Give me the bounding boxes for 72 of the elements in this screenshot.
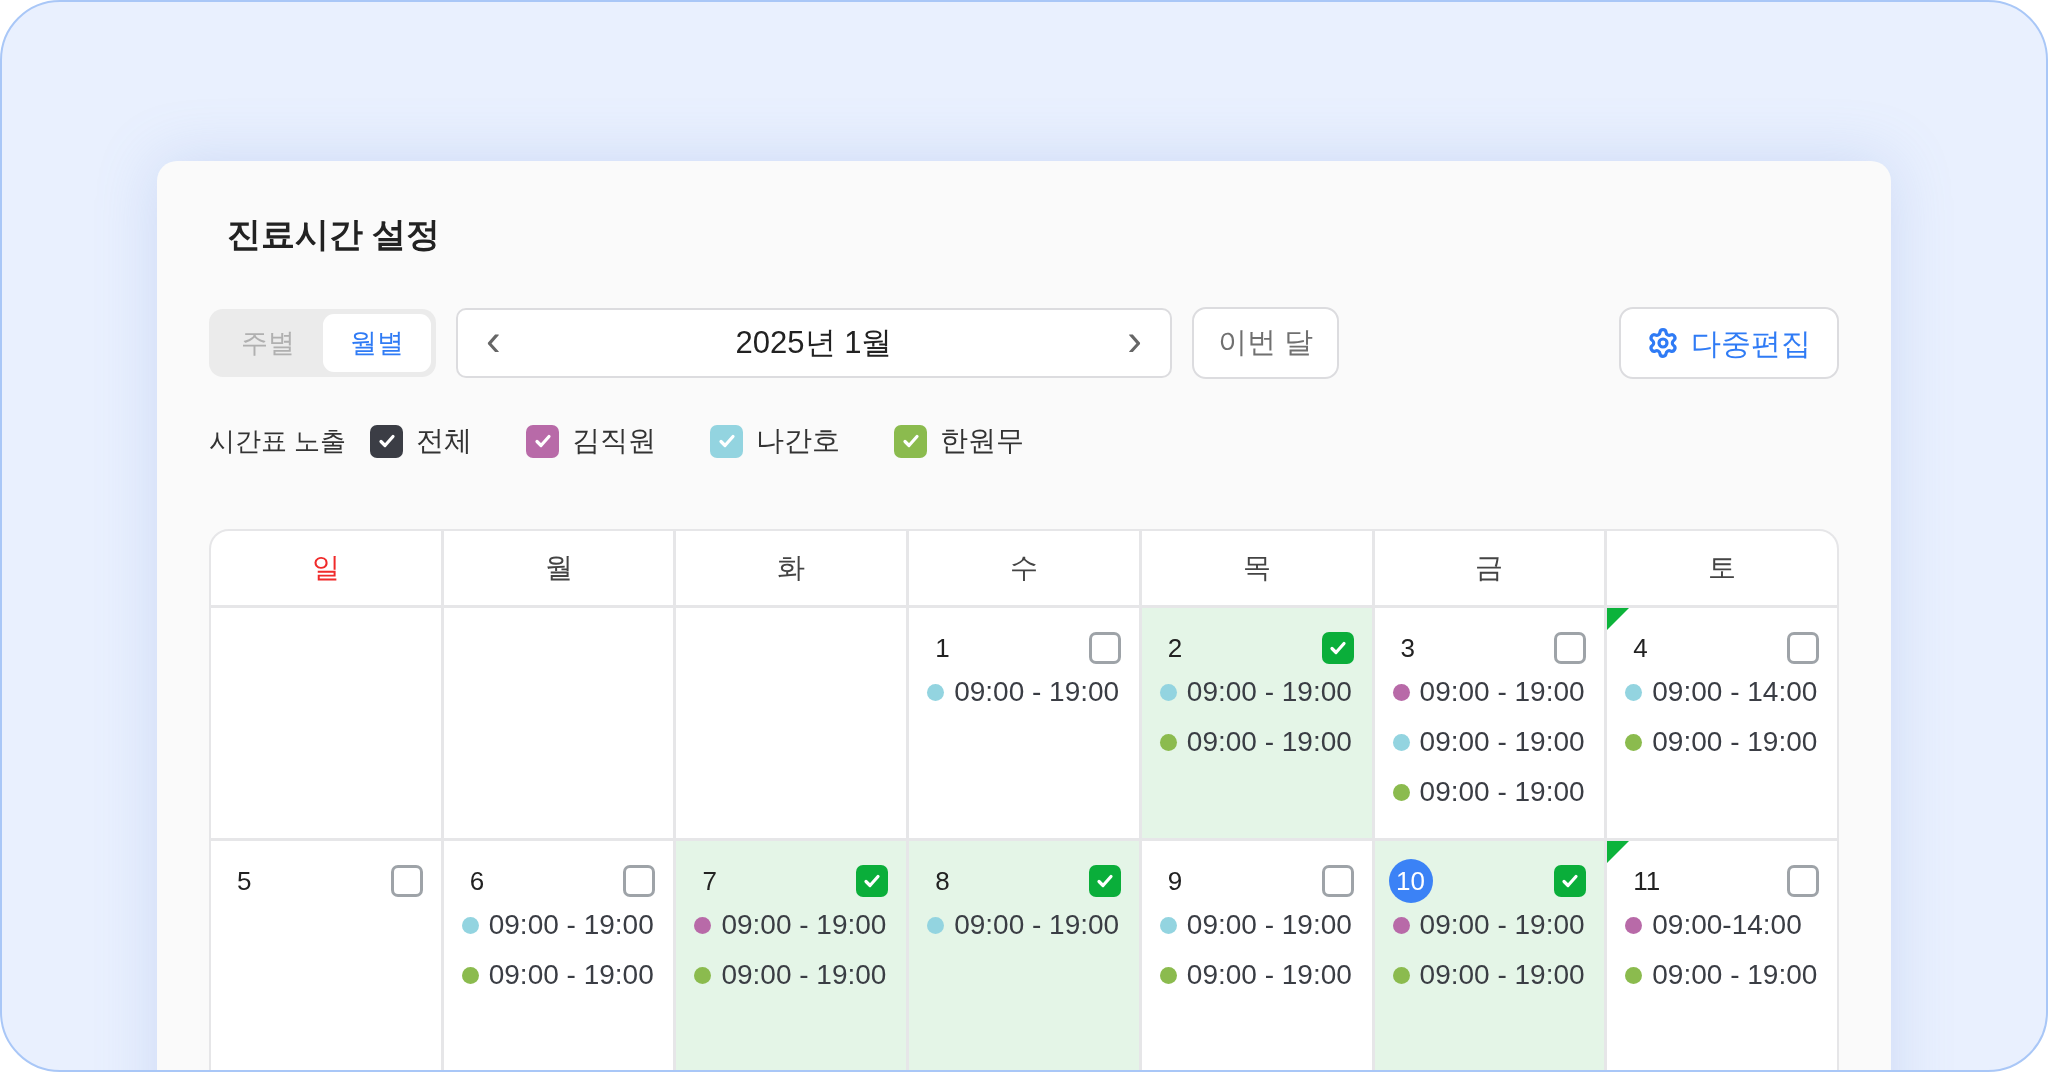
weekday-header: 금 [1374, 531, 1605, 605]
time-range: 09:00-14:00 [1652, 911, 1802, 939]
time-range: 09:00 - 19:00 [1186, 911, 1352, 939]
day-cell[interactable]: 6 09:00 - 19:00 09:00 - 19:00 [443, 841, 674, 1070]
day-cell[interactable]: 8 09:00 - 19:00 [909, 841, 1139, 1070]
date-number: 2 [1166, 631, 1183, 665]
checkbox[interactable] [1554, 632, 1587, 664]
page-title: 진료시간 설정 [226, 214, 442, 251]
day-cell[interactable]: 4 09:00 - 14:00 09:00 - 19:00 [1607, 608, 1837, 838]
day-cell[interactable]: 11 09:00-14:00 09:00 - 19:00 [1607, 841, 1837, 1070]
month-label: 2025년 1월 [735, 323, 893, 362]
time-range: 09:00 - 19:00 [1186, 678, 1352, 706]
view-tab[interactable]: 월별 [322, 314, 431, 372]
this-month-button[interactable]: 이번 달 [1192, 307, 1339, 379]
today-date: 10 [1388, 859, 1433, 903]
time-range: 09:00 - 19:00 [1419, 961, 1585, 989]
weekday-header: 토 [1607, 531, 1837, 605]
time-range: 09:00 - 19:00 [1652, 961, 1818, 989]
date-number: 6 [468, 864, 485, 898]
checkbox[interactable] [390, 865, 423, 897]
legend-label: 시간표 노출 [209, 424, 347, 458]
day-cell[interactable]: 7 09:00 - 19:00 09:00 - 19:00 [676, 841, 907, 1070]
weekday-header: 목 [1141, 531, 1372, 605]
checkbox[interactable] [1321, 632, 1354, 664]
time-range: 09:00 - 19:00 [954, 911, 1120, 939]
checkbox[interactable] [1554, 865, 1587, 897]
staff-filter-checkbox[interactable]: 김직원 [526, 420, 657, 462]
checkbox[interactable] [856, 865, 889, 897]
checkbox[interactable] [1787, 632, 1819, 664]
time-range: 09:00 - 19:00 [721, 961, 887, 989]
time-range: 09:00 - 14:00 [1652, 678, 1818, 706]
date-number: 4 [1632, 631, 1648, 665]
time-range: 09:00 - 19:00 [954, 678, 1120, 706]
day-cell[interactable]: 5 [211, 841, 441, 1070]
time-range: 09:00 - 19:00 [1652, 728, 1818, 756]
checkbox[interactable] [1088, 632, 1121, 664]
time-range: 09:00 - 19:00 [1186, 961, 1352, 989]
staff-filter-checkbox[interactable]: 한원무 [894, 420, 1025, 462]
time-range: 09:00 - 19:00 [1419, 778, 1585, 806]
staff-filter-checkbox[interactable]: 전체 [370, 420, 473, 462]
checkbox[interactable] [1088, 865, 1121, 897]
time-range: 09:00 - 19:00 [721, 911, 887, 939]
staff-filter-checkbox[interactable]: 나간호 [710, 420, 841, 462]
checkbox[interactable] [623, 865, 656, 897]
previous-month-button[interactable]: ‹ [486, 318, 501, 368]
date-number: 11 [1632, 864, 1661, 898]
date-number: 1 [934, 631, 950, 665]
time-range: 09:00 - 19:00 [1419, 728, 1585, 756]
checkbox[interactable] [1787, 865, 1819, 897]
date-number: 8 [934, 864, 950, 898]
time-range: 09:00 - 19:00 [488, 961, 654, 989]
time-range: 09:00 - 19:00 [488, 911, 654, 939]
day-cell[interactable]: 3 09:00 - 19:00 09:00 - 19:00 09:00 - 19:00 [1374, 608, 1605, 838]
weekday-header: 월 [443, 531, 674, 605]
date-number: 9 [1166, 864, 1183, 898]
weekday-header: 일 [211, 531, 441, 605]
weekday-header: 수 [909, 531, 1139, 605]
date-number: 5 [236, 864, 252, 898]
date-number: 7 [701, 864, 717, 898]
multi-edit-button[interactable]: 다중편집 [1619, 307, 1839, 379]
checkbox[interactable] [1321, 865, 1354, 897]
day-cell[interactable]: 10 09:00 - 19:00 09:00 - 19:00 [1374, 841, 1605, 1070]
time-range: 09:00 - 19:00 [1419, 678, 1585, 706]
time-range: 09:00 - 19:00 [1419, 911, 1585, 939]
next-month-button[interactable]: › [1127, 318, 1142, 368]
day-cell[interactable]: 2 09:00 - 19:00 09:00 - 19:00 [1141, 608, 1372, 838]
time-range: 09:00 - 19:00 [1186, 728, 1352, 756]
day-cell[interactable]: 1 09:00 - 19:00 [909, 608, 1139, 838]
date-number: 3 [1399, 631, 1416, 665]
settings-icon [1647, 327, 1679, 359]
day-cell[interactable]: 9 09:00 - 19:00 09:00 - 19:00 [1141, 841, 1372, 1070]
weekday-header: 화 [676, 531, 907, 605]
